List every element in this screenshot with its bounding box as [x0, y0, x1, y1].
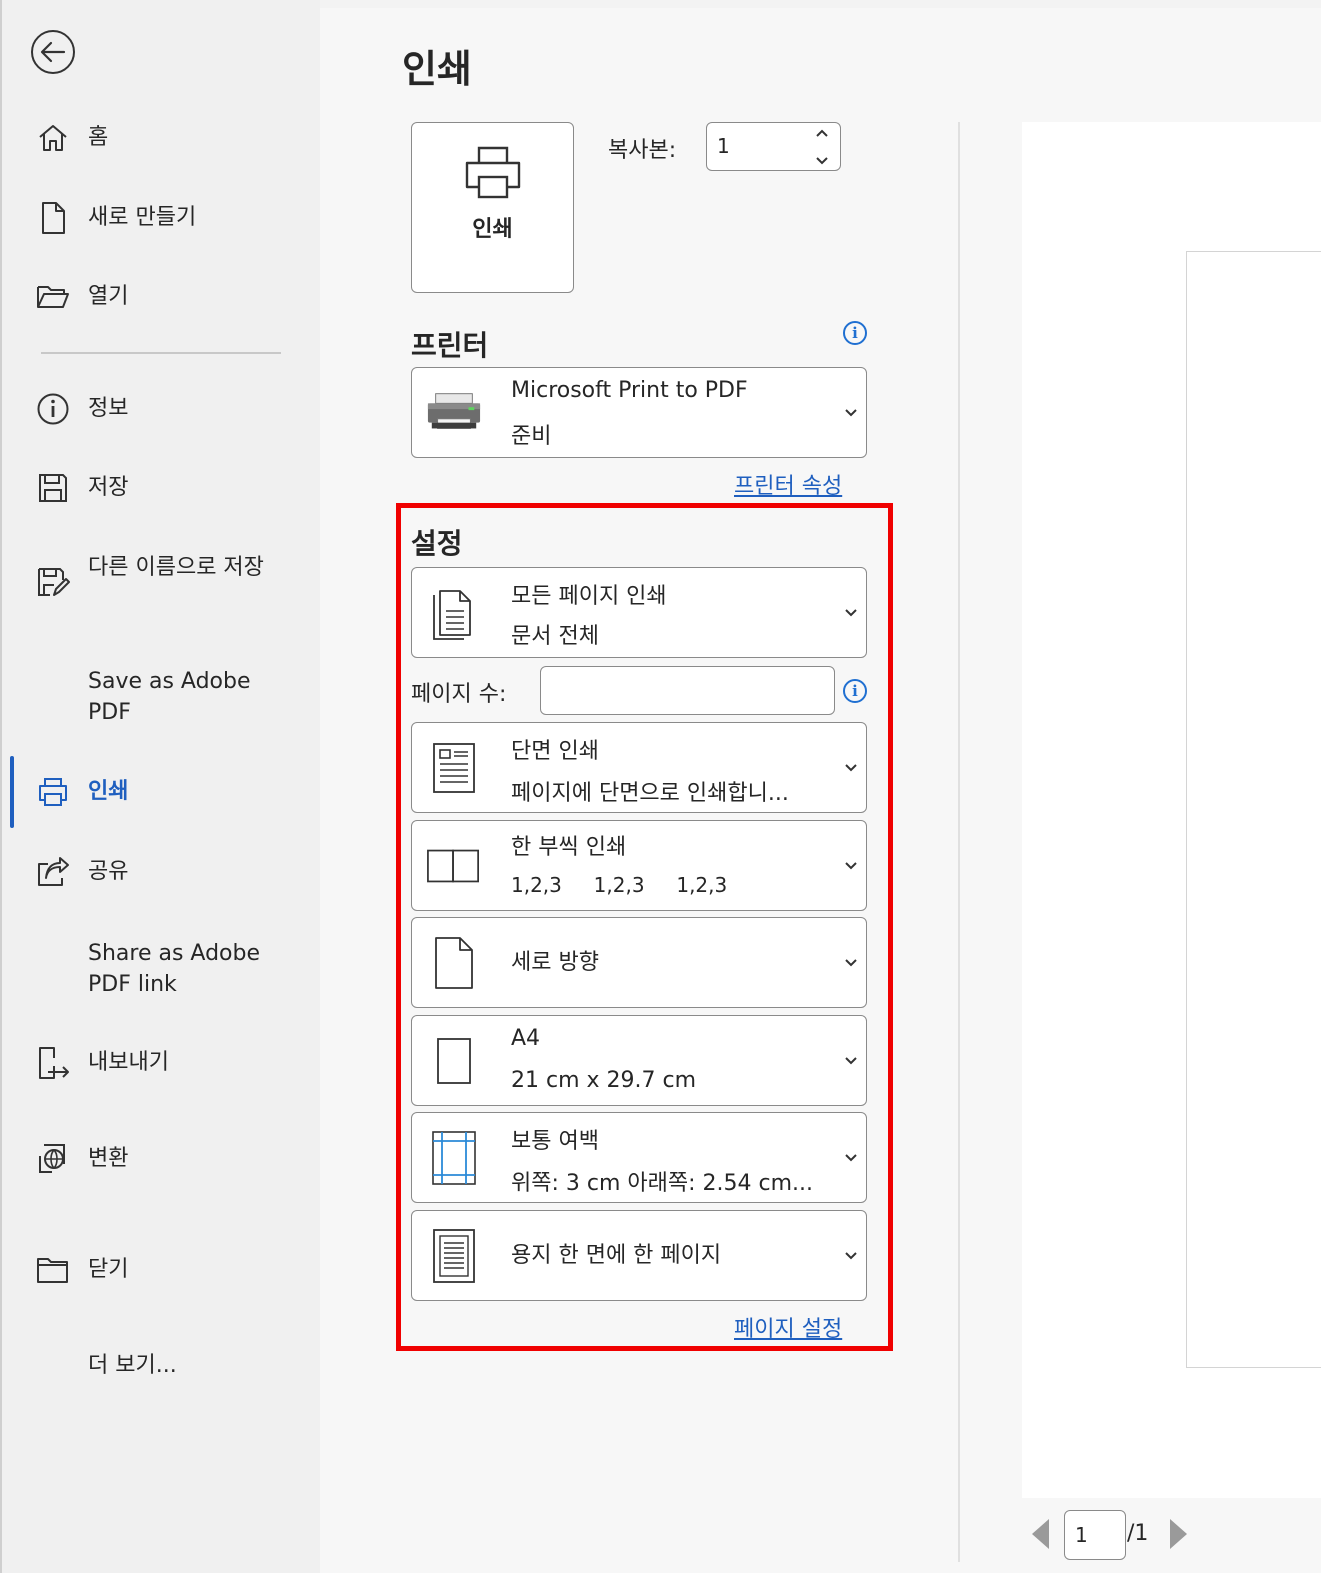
- close-folder-icon: [36, 1253, 70, 1287]
- save-icon: [36, 471, 70, 505]
- preview-page: [1186, 251, 1321, 1368]
- sidebar-item-open[interactable]: 열기: [0, 281, 320, 312]
- pane-separator: [958, 122, 960, 1562]
- export-icon: [36, 1046, 70, 1080]
- sidebar-item-more[interactable]: 더 보기...: [0, 1350, 320, 1381]
- printer-dropdown[interactable]: Microsoft Print to PDF 준비: [411, 367, 867, 458]
- sidebar-item-label: 인쇄: [88, 779, 129, 804]
- sidebar-item-save-as[interactable]: 다른 이름으로 저장: [0, 552, 320, 614]
- active-indicator: [10, 756, 14, 828]
- sidebar-item-label: 정보: [88, 396, 129, 421]
- sidebar-item-label: 더 보기...: [88, 1353, 177, 1378]
- copies-spinbox[interactable]: [706, 122, 841, 171]
- sidebar-item-share-adobe-pdf-link[interactable]: Share as Adobe PDF link: [0, 938, 320, 1000]
- sidebar-item-label: 닫기: [88, 1257, 129, 1282]
- printer-info-icon[interactable]: i: [843, 321, 867, 345]
- sidebar-item-export[interactable]: 내보내기: [0, 1046, 320, 1080]
- page-number-field[interactable]: [1064, 1510, 1126, 1560]
- sidebar-item-save[interactable]: 저장: [0, 472, 320, 503]
- info-icon: [36, 392, 70, 426]
- copies-spinner[interactable]: [814, 127, 830, 167]
- sidebar-item-label: 변환: [88, 1146, 129, 1171]
- page-title: 인쇄: [402, 47, 472, 91]
- backstage-sidebar: 홈 새로 만들기 열기 정보 저장 다른 이름으로 저장 Save as Ado…: [0, 0, 320, 1573]
- printer-device-icon: [426, 368, 482, 457]
- save-as-icon: [36, 566, 70, 600]
- convert-globe-icon: [36, 1142, 70, 1176]
- sidebar-item-label: 새로 만들기: [88, 205, 197, 230]
- sidebar-item-close[interactable]: 닫기: [0, 1254, 320, 1285]
- arrow-left-icon: [40, 41, 66, 63]
- printer-heading: 프린터: [411, 329, 489, 362]
- sidebar-item-new[interactable]: 새로 만들기: [0, 201, 320, 235]
- sidebar-item-print[interactable]: 인쇄: [0, 776, 320, 807]
- home-icon: [36, 121, 70, 155]
- sidebar-item-save-as-adobe-pdf[interactable]: Save as Adobe PDF: [0, 666, 320, 728]
- chevron-down-icon: [845, 408, 857, 416]
- previous-page-button[interactable]: [1032, 1519, 1049, 1549]
- copies-label: 복사본:: [608, 138, 677, 163]
- sidebar-divider: [41, 352, 281, 354]
- printer-icon: [463, 145, 523, 205]
- share-icon: [36, 855, 70, 889]
- sidebar-item-label: 내보내기: [88, 1050, 169, 1075]
- chevron-down-icon[interactable]: [814, 155, 830, 167]
- copies-input[interactable]: [707, 123, 797, 169]
- sidebar-item-label: Save as Adobe PDF: [88, 669, 251, 725]
- chevron-up-icon[interactable]: [814, 127, 830, 139]
- sidebar-item-label: Share as Adobe PDF link: [88, 941, 261, 997]
- open-folder-icon: [36, 280, 70, 314]
- printer-status: 준비: [511, 424, 552, 449]
- printer-name: Microsoft Print to PDF: [511, 378, 748, 403]
- print-button[interactable]: 인쇄: [411, 122, 574, 293]
- sidebar-item-convert[interactable]: 변환: [0, 1143, 320, 1174]
- sidebar-item-share[interactable]: 공유: [0, 856, 320, 887]
- back-button[interactable]: [31, 30, 75, 74]
- settings-highlight-box: [396, 503, 893, 1351]
- new-document-icon: [36, 201, 70, 235]
- print-button-label: 인쇄: [472, 217, 513, 242]
- sidebar-item-home[interactable]: 홈: [0, 122, 320, 153]
- printer-properties-link[interactable]: 프린터 속성: [734, 468, 842, 500]
- sidebar-item-label: 열기: [88, 284, 129, 309]
- next-page-button[interactable]: [1170, 1519, 1187, 1549]
- page-total: /1: [1127, 1521, 1149, 1546]
- page-number-input[interactable]: [1065, 1511, 1125, 1559]
- sidebar-item-label: 저장: [88, 475, 129, 500]
- sidebar-item-label: 다른 이름으로 저장: [88, 555, 264, 580]
- printer-icon: [36, 775, 70, 809]
- sidebar-item-info[interactable]: 정보: [0, 393, 320, 424]
- sidebar-item-label: 홈: [88, 125, 109, 150]
- sidebar-item-label: 공유: [88, 859, 129, 884]
